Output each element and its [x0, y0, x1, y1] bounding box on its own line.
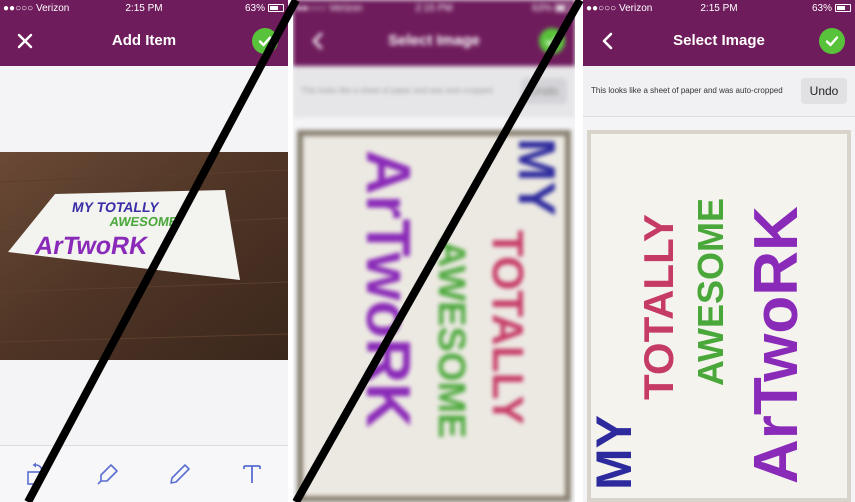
check-icon[interactable]: [252, 28, 278, 54]
rotate-icon[interactable]: [22, 460, 50, 488]
nav-bar: Add Item: [0, 16, 288, 66]
paper-text-artwork: ArTwoRK: [353, 150, 422, 428]
undo-button[interactable]: Undo: [521, 78, 567, 104]
pencil-icon[interactable]: [166, 460, 194, 488]
marker-icon[interactable]: [94, 460, 122, 488]
edit-toolbar: [0, 445, 288, 502]
battery-indicator: 63%: [532, 3, 571, 14]
photo-text-awesome: AWESOME: [108, 214, 179, 229]
paper-text-artwork: ArTwoRK: [742, 206, 811, 484]
status-bar: ●●○○○ Verizon 2:15 PM 63%: [583, 0, 855, 16]
artwork-paper: MY TOTALLY AWESOME ArTwoRK: [297, 130, 571, 502]
page-title: Add Item: [111, 32, 177, 49]
battery-icon: [555, 4, 571, 12]
text-icon[interactable]: [238, 460, 266, 488]
screen-add-item: ●●○○○ Verizon 2:15 PM 63% Add Item MY TO…: [0, 0, 288, 502]
battery-percent: 63%: [811, 2, 832, 14]
page-title: Select Image: [673, 32, 765, 49]
blurred-content: ●●○○○ Verizon 2:15 PM 63% Select Image T…: [293, 0, 575, 502]
auto-crop-message: This looks like a sheet of paper and was…: [591, 86, 783, 95]
paper-text-awesome: AWESOME: [690, 198, 731, 386]
undo-button[interactable]: Undo: [801, 78, 847, 104]
check-icon[interactable]: [819, 28, 845, 54]
battery-indicator: 63%: [245, 3, 284, 14]
photo-text-artwork: ArTwoRK: [33, 232, 150, 260]
paper-text-my: MY: [507, 138, 565, 216]
page-title: Select Image: [388, 32, 480, 49]
paper-text-totally: TOTALLY: [483, 230, 532, 425]
battery-icon: [268, 4, 284, 12]
screen-select-image: ●●○○○ Verizon 2:15 PM 63% Select Image T…: [583, 0, 855, 502]
battery-indicator: 63%: [812, 3, 851, 14]
auto-crop-notice: This looks like a sheet of paper and was…: [583, 66, 855, 117]
battery-percent: 63%: [244, 2, 265, 14]
check-icon[interactable]: [539, 28, 565, 54]
status-bar: ●●○○○ Verizon 2:15 PM 63%: [293, 0, 575, 16]
battery-percent: 63%: [531, 2, 552, 14]
auto-crop-message: This looks like a sheet of paper and was…: [301, 86, 493, 95]
artwork-photo: MY TOTALLY AWESOME ArTwoRK: [0, 152, 288, 360]
paper-text-totally: TOTALLY: [635, 214, 682, 400]
status-bar: ●●○○○ Verizon 2:15 PM 63%: [0, 0, 288, 16]
auto-crop-notice: This looks like a sheet of paper and was…: [293, 66, 575, 117]
battery-icon: [835, 4, 851, 12]
photo-text-my: MY TOTALLY: [71, 199, 161, 215]
nav-bar: Select Image: [293, 16, 575, 66]
artwork-paper: MY TOTALLY AWESOME ArTwoRK: [586, 130, 851, 502]
screen-select-image-blurred: ●●○○○ Verizon 2:15 PM 63% Select Image T…: [293, 0, 575, 502]
paper-text-my: MY: [587, 415, 642, 490]
paper-text-awesome: AWESOME: [430, 240, 472, 438]
nav-bar: Select Image: [583, 16, 855, 66]
